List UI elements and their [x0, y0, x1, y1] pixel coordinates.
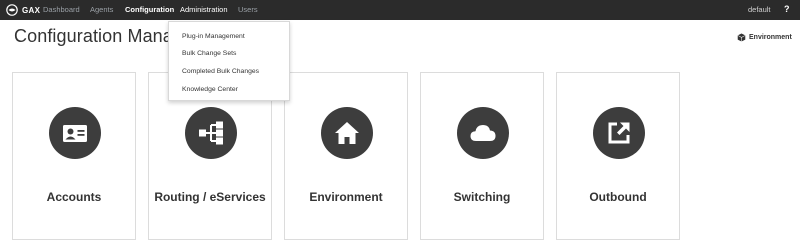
menu-item-bulk-change-sets[interactable]: Bulk Change Sets	[182, 49, 236, 58]
user-menu[interactable]: default	[748, 5, 771, 15]
external-link-icon	[608, 122, 630, 144]
id-card-icon	[63, 125, 87, 142]
tile-label: Switching	[453, 190, 511, 204]
menu-item-completed-bulk-changes[interactable]: Completed Bulk Changes	[182, 67, 259, 76]
tile-label: Routing / eServices	[154, 190, 266, 204]
environment-label: Environment	[749, 33, 792, 41]
environment-selector[interactable]: Environment	[737, 32, 792, 42]
home-icon	[335, 122, 359, 144]
nav-administration[interactable]: Administration	[180, 5, 228, 15]
administration-dropdown-menu: Plug-in Management Bulk Change Sets Comp…	[168, 21, 290, 101]
tile-accounts[interactable]: Accounts	[12, 72, 136, 240]
tile-label: Outbound	[589, 190, 647, 204]
nav-dashboard[interactable]: Dashboard	[43, 5, 80, 15]
routing-icon	[199, 121, 223, 145]
cloud-icon	[470, 125, 496, 141]
cube-icon	[737, 32, 746, 42]
tile-environment[interactable]: Environment	[284, 72, 408, 240]
app-name: GAX	[22, 5, 41, 15]
tile-icon-circle	[321, 107, 373, 159]
tile-switching[interactable]: Switching	[420, 72, 544, 240]
menu-item-knowledge-center[interactable]: Knowledge Center	[182, 85, 238, 94]
tile-icon-circle	[185, 107, 237, 159]
nav-users[interactable]: Users	[238, 5, 258, 15]
tile-label: Accounts	[46, 190, 102, 204]
tile-outbound[interactable]: Outbound	[556, 72, 680, 240]
tile-icon-circle	[457, 107, 509, 159]
help-icon[interactable]: ?	[784, 4, 790, 15]
tile-label: Environment	[309, 190, 383, 204]
gax-logo-icon	[6, 4, 18, 16]
app-logo[interactable]: GAX	[6, 4, 40, 16]
tile-icon-circle	[593, 107, 645, 159]
top-navigation-bar: GAX Dashboard Agents Configuration Admin…	[0, 0, 800, 20]
menu-item-plugin-management[interactable]: Plug-in Management	[182, 32, 245, 41]
tile-icon-circle	[49, 107, 101, 159]
nav-configuration[interactable]: Configuration	[125, 5, 174, 15]
nav-agents[interactable]: Agents	[90, 5, 113, 15]
